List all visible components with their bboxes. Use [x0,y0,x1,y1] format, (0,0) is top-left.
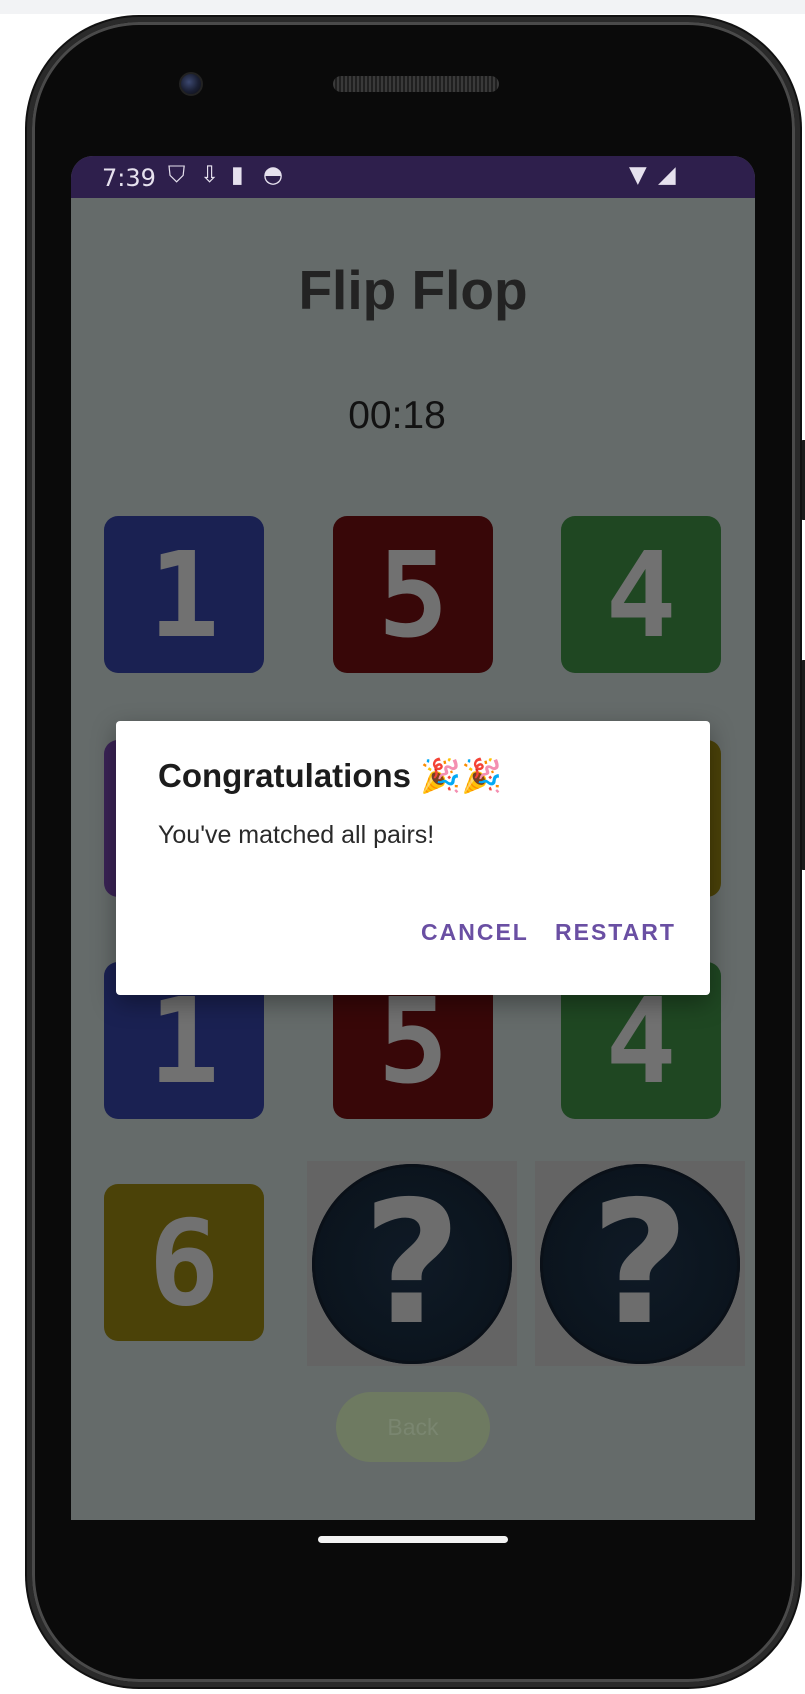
status-time: 7:39 [102,164,156,192]
power-button [800,660,805,870]
restart-button[interactable]: RESTART [555,919,676,946]
earpiece-speaker [333,76,499,92]
cancel-button[interactable]: CANCEL [421,919,529,946]
face-icon: ◓ [263,162,284,188]
question-mark-icon: ? [312,1163,512,1364]
card-tile[interactable]: 5 [333,516,493,673]
front-camera [179,72,203,96]
window-top-edge [0,0,805,14]
question-mark-icon: ? [540,1163,740,1364]
dialog-message: You've matched all pairs! [158,821,435,849]
volume-button [800,440,805,520]
dialog-title: Congratulations 🎉🎉 [158,757,503,794]
shield-icon: ⛉ [168,162,186,188]
sd-card-icon: ▮ [231,162,244,188]
card-tile[interactable]: 1 [104,516,264,673]
download-icon: ⇩ [200,162,220,188]
game-timer: 00:18 [348,394,446,437]
back-button[interactable]: Back [336,1392,490,1462]
hidden-card-tile[interactable]: ? [307,1161,517,1366]
card-tile[interactable]: 4 [561,516,721,673]
card-tile[interactable]: 6 [104,1184,264,1341]
app-title: Flip Flop [298,259,528,321]
hidden-card-tile[interactable]: ? [535,1161,745,1366]
home-gesture-bar[interactable] [318,1536,508,1543]
status-bar: 7:39 ⛉ ⇩ ▮ ◓ ▼ ◢ [71,156,755,198]
signal-icon: ◢ [658,162,676,188]
congratulations-dialog: Congratulations 🎉🎉 You've matched all pa… [116,721,710,995]
wifi-icon: ▼ [629,162,647,188]
